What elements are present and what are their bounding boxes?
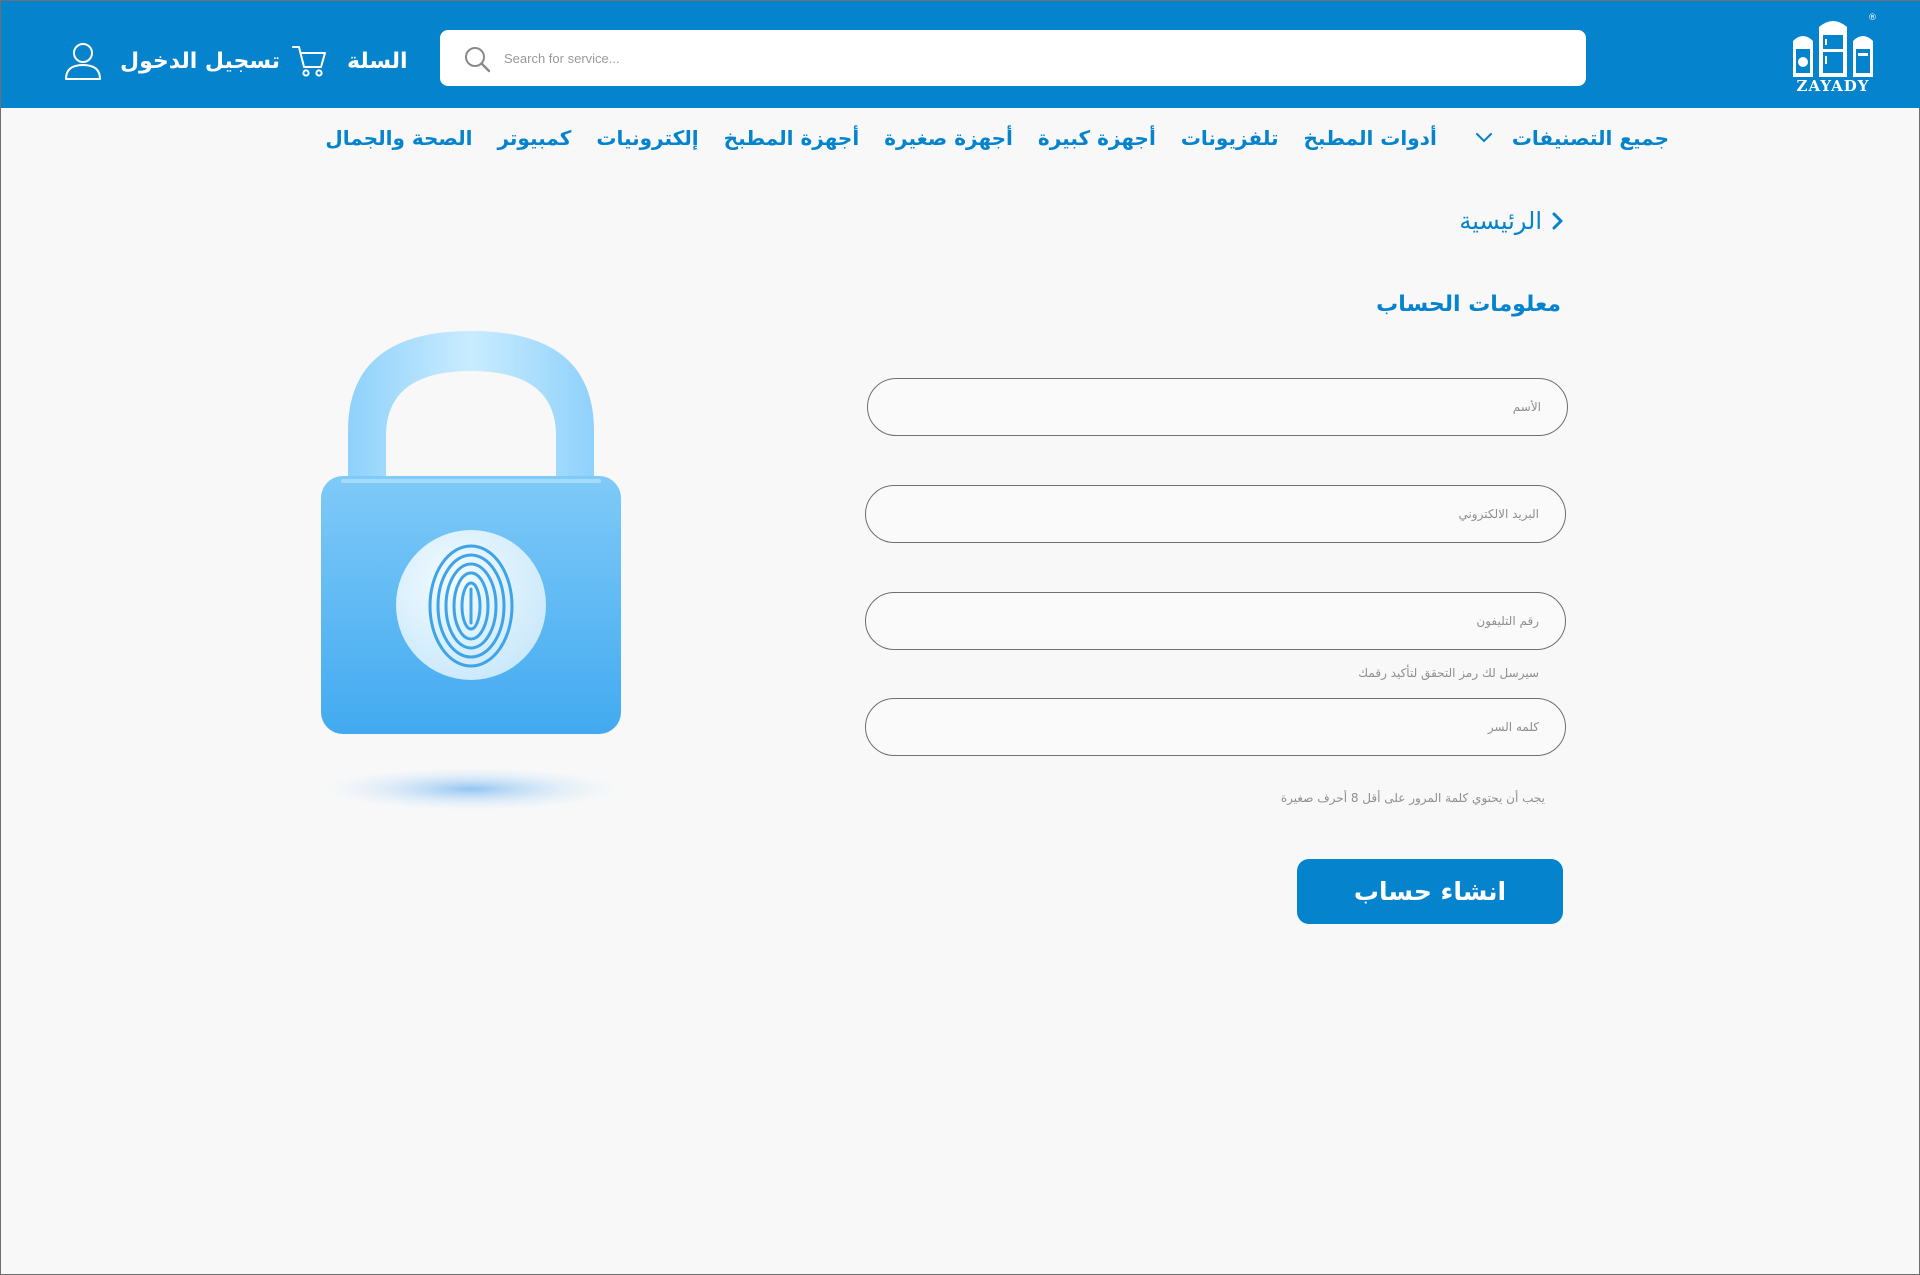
user-icon xyxy=(65,43,101,80)
nav-item-small-appliances[interactable]: أجهزة صغيرة xyxy=(884,126,1013,150)
form-title: معلومات الحساب xyxy=(1376,292,1561,317)
nav-label: جميع التصنيفات xyxy=(1511,126,1669,150)
search-bar xyxy=(440,30,1586,86)
search-icon[interactable] xyxy=(463,45,491,73)
search-input[interactable] xyxy=(504,30,1574,86)
nav-item-televisions[interactable]: تلفزيونات xyxy=(1181,126,1279,150)
registered-mark: ® xyxy=(1868,13,1877,23)
breadcrumb-home-link[interactable]: الرئيسية xyxy=(1459,207,1542,235)
password-hint: يجب أن يحتوي كلمة المرور على أقل 8 أحرف … xyxy=(1280,791,1545,805)
fingerprint-lock-illustration xyxy=(321,331,621,811)
cart-label: السلة xyxy=(347,48,408,74)
phone-hint: سيرسل لك رمز التحقق لتأكيد رقمك xyxy=(1358,666,1539,680)
nav-item-computer[interactable]: كمبيوتر xyxy=(497,126,571,150)
nav-item-health-beauty[interactable]: الصحة والجمال xyxy=(325,126,472,150)
nav-item-electronics[interactable]: إلكترونيات xyxy=(596,126,698,150)
nav-item-kitchen-tools[interactable]: أدوات المطبخ xyxy=(1304,126,1437,150)
nav-item-kitchen-appliances[interactable]: أجهزة المطبخ xyxy=(724,126,860,150)
cart-icon xyxy=(292,46,326,77)
login-button[interactable]: تسجيل الدخول xyxy=(64,41,280,81)
nav-item-all-categories[interactable]: جميع التصنيفات xyxy=(1475,126,1669,150)
email-field xyxy=(865,485,1566,543)
password-input[interactable] xyxy=(866,699,1565,755)
breadcrumb[interactable]: الرئيسية xyxy=(1459,204,1564,238)
phone-input[interactable] xyxy=(866,593,1565,649)
name-input[interactable] xyxy=(868,379,1567,435)
category-nav: جميع التصنيفات أدوات المطبخ تلفزيونات أج… xyxy=(325,121,1669,155)
phone-field xyxy=(865,592,1566,650)
top-header: ® ZAYADY السلة تسجيل الدخول xyxy=(1,1,1920,108)
chevron-down-icon xyxy=(1475,133,1492,143)
password-field xyxy=(865,698,1566,756)
create-account-button[interactable]: انشاء حساب xyxy=(1297,859,1563,924)
cart-button[interactable]: السلة xyxy=(291,41,408,81)
nav-item-large-appliances[interactable]: أجهزة كبيرة xyxy=(1038,126,1156,150)
brand-logo[interactable]: ® ZAYADY xyxy=(1789,13,1877,95)
page: ® ZAYADY السلة تسجيل الدخول xyxy=(0,0,1920,1275)
login-label: تسجيل الدخول xyxy=(120,48,281,74)
chevron-right-icon xyxy=(1552,212,1563,230)
brand-name: ZAYADY xyxy=(1796,77,1870,95)
name-field xyxy=(867,378,1568,436)
logo-appliances-icon xyxy=(1793,21,1873,77)
email-input[interactable] xyxy=(866,486,1565,542)
